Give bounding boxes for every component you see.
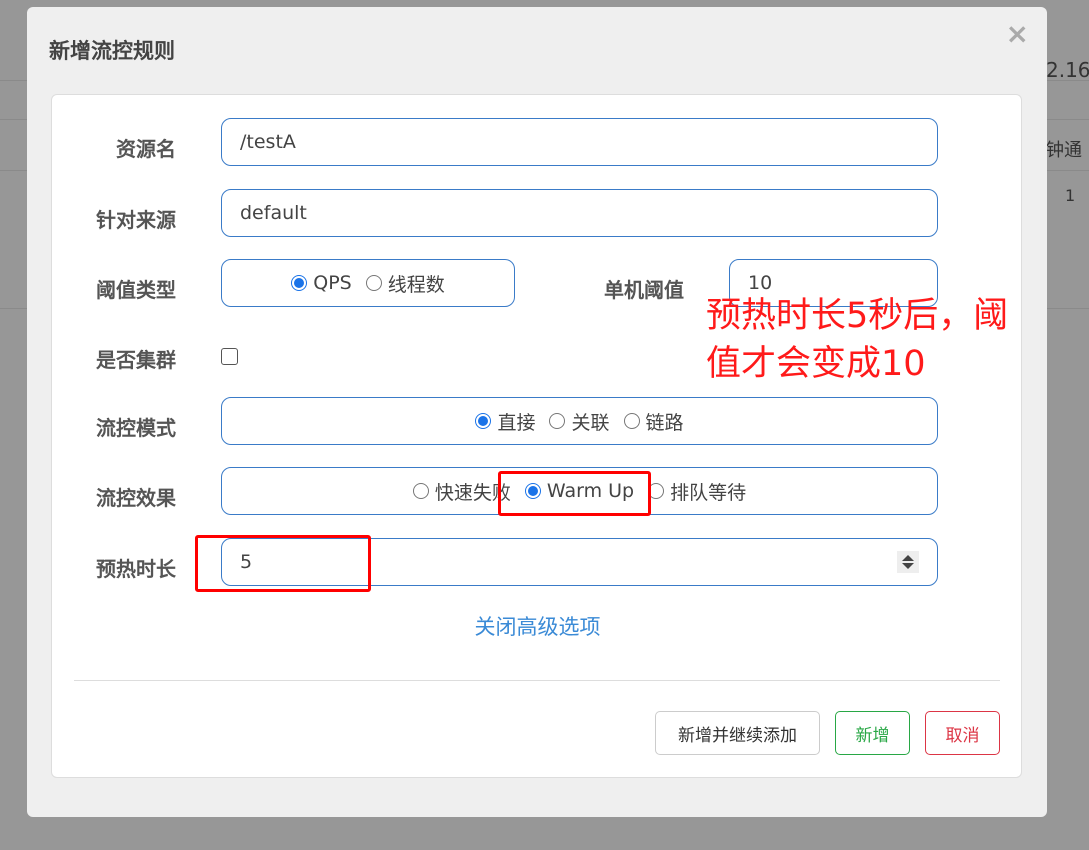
- add-flow-rule-dialog: 新增流控规则 × 资源名 /testA 针对来源 default 阈值类型 QP…: [27, 7, 1047, 817]
- bg-ip-text: 2.168: [1046, 58, 1089, 82]
- mode-group: 直接 关联 链路: [221, 397, 938, 445]
- bg-column-header: 钟通: [1046, 140, 1082, 161]
- cluster-checkbox[interactable]: [221, 348, 238, 365]
- threshold-label: 单机阈值: [604, 278, 684, 302]
- radio-chain[interactable]: 链路: [623, 408, 684, 435]
- threshold-type-group: QPS 线程数: [221, 259, 515, 307]
- radio-button[interactable]: [549, 413, 566, 429]
- close-icon[interactable]: ×: [1006, 17, 1029, 50]
- radio-label: 直接: [497, 411, 536, 434]
- radio-button[interactable]: [365, 275, 382, 291]
- add-continue-button[interactable]: 新增并继续添加: [655, 711, 820, 755]
- bg-cell: 1: [1065, 186, 1076, 205]
- radio-relate[interactable]: 关联: [549, 408, 610, 435]
- form-panel: 资源名 /testA 针对来源 default 阈值类型 QPS 线程数 单机阈…: [51, 94, 1022, 778]
- spin-up-icon[interactable]: [902, 555, 914, 561]
- radio-queue[interactable]: 排队等待: [648, 478, 746, 505]
- radio-label: QPS: [313, 272, 352, 294]
- resource-label: 资源名: [116, 137, 176, 161]
- radio-label: 排队等待: [670, 481, 747, 504]
- divider: [74, 680, 1000, 681]
- mode-label: 流控模式: [96, 416, 176, 440]
- spin-down-icon[interactable]: [902, 563, 914, 569]
- cancel-button[interactable]: 取消: [925, 711, 1000, 755]
- source-label: 针对来源: [96, 208, 176, 232]
- source-input[interactable]: default: [221, 189, 938, 237]
- radio-qps[interactable]: QPS: [291, 272, 352, 294]
- radio-button[interactable]: [412, 483, 429, 499]
- effect-label: 流控效果: [96, 486, 176, 510]
- radio-label: 链路: [645, 411, 684, 434]
- add-button[interactable]: 新增: [835, 711, 910, 755]
- radio-label: 线程数: [387, 273, 445, 296]
- radio-button[interactable]: [475, 413, 492, 429]
- radio-label: 关联: [571, 411, 610, 434]
- dialog-title: 新增流控规则: [49, 39, 175, 63]
- toggle-advanced-link[interactable]: 关闭高级选项: [52, 611, 1023, 641]
- warmup-label: 预热时长: [96, 557, 176, 581]
- radio-fast-fail[interactable]: 快速失败: [412, 478, 511, 505]
- radio-direct[interactable]: 直接: [475, 408, 535, 435]
- radio-button[interactable]: [291, 275, 308, 291]
- resource-input[interactable]: /testA: [221, 118, 938, 166]
- radio-button[interactable]: [623, 413, 640, 429]
- annotation-text: 预热时长5秒后，阈值才会变成10: [706, 296, 1009, 384]
- cluster-label: 是否集群: [96, 348, 176, 372]
- number-spinner[interactable]: [897, 551, 919, 573]
- threshold-type-label: 阈值类型: [96, 278, 176, 302]
- radio-threads[interactable]: 线程数: [365, 270, 445, 297]
- highlight-box-warmup: [498, 471, 651, 516]
- highlight-box-duration: [195, 535, 371, 592]
